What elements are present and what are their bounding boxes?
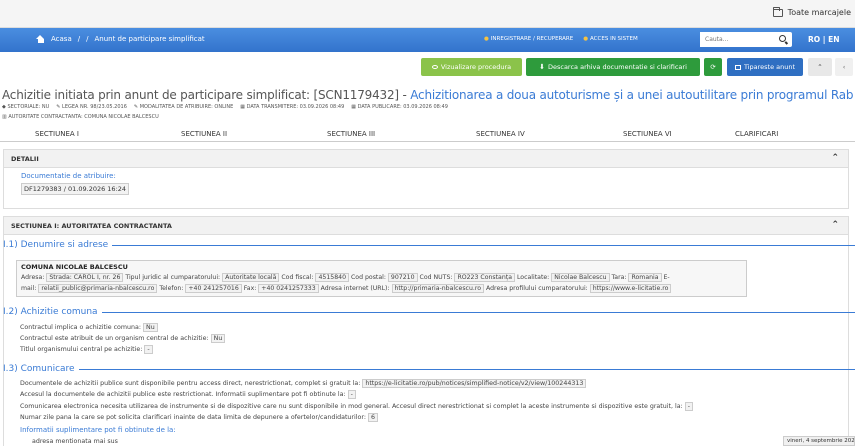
section-heading-denumire: I.1) Denumire si adrese bbox=[3, 240, 855, 250]
sectiunea-1-panel: SECTIUNEA I: AUTORITATEA CONTRACTANTA ⌃ bbox=[3, 216, 849, 446]
additional-info-value: adresa mentionata mai sus bbox=[32, 438, 118, 445]
communication-row-3: Comunicarea electronica necesita utiliza… bbox=[20, 402, 693, 411]
search-input[interactable] bbox=[700, 32, 770, 47]
section-tabs: SECTIUNEA I SECTIUNEA II SECTIUNEA III S… bbox=[0, 128, 855, 142]
bookmarks-folder-label: Toate marcajele bbox=[787, 8, 851, 17]
breadcrumb-separator: / bbox=[86, 35, 89, 43]
additional-info-label: Informatii suplimentare pot fi obtinute … bbox=[20, 426, 176, 434]
meta-transmitere: ▦ DATA TRANSMITERE: 03.09.2026 08:49 bbox=[240, 104, 345, 110]
download-archive-button[interactable]: ⬇ Descarca arhiva documentatie si clarif… bbox=[526, 58, 700, 76]
eye-icon bbox=[431, 65, 438, 69]
scroll-up-button[interactable]: ⌃ bbox=[808, 58, 832, 76]
download-icon: ⬇ bbox=[539, 63, 545, 71]
tab-sectiunea-3[interactable]: SECTIUNEA III bbox=[327, 130, 375, 138]
bookmarks-folder[interactable]: Toate marcajele bbox=[772, 6, 851, 17]
tab-clarificari[interactable]: CLARIFICARI bbox=[735, 130, 778, 138]
breadcrumb-current: Anunt de participare simplificat bbox=[94, 35, 205, 43]
section-heading-achizitie-comuna: I.2) Achizitie comuna bbox=[3, 307, 855, 317]
sectiunea-1-header[interactable]: SECTIUNEA I: AUTORITATEA CONTRACTANTA ⌃ bbox=[4, 217, 848, 235]
breadcrumb-separator: / bbox=[77, 35, 81, 43]
tab-sectiunea-2[interactable]: SECTIUNEA II bbox=[181, 130, 227, 138]
meta-lege: ✎ LEGEA NR. 98/23.05.2016 bbox=[56, 104, 127, 110]
profile-url[interactable]: https://www.e-licitatie.ro bbox=[589, 284, 672, 293]
email-value[interactable]: relatii_public@primaria-nbalcescu.ro bbox=[38, 284, 158, 293]
register-link[interactable]: ● INREGISTRARE / RECUPERARE bbox=[484, 36, 573, 42]
view-procedure-button[interactable]: Vizualizare procedura bbox=[421, 58, 522, 76]
doc-value[interactable]: DF1279383 / 01.09.2026 16:24 bbox=[21, 183, 130, 195]
action-toolbar: Vizualizare procedura ⬇ Descarca arhiva … bbox=[0, 58, 855, 76]
internet-url[interactable]: http://primaria-nbalcescu.ro bbox=[391, 284, 485, 293]
joint-procurement-row: Contractul implica o achizitie comuna: N… bbox=[20, 323, 158, 332]
refresh-icon: ⟳ bbox=[710, 63, 716, 71]
address-box: COMUNA NICOLAE BALCESCU Adresa: Strada: … bbox=[16, 260, 747, 297]
detalii-header[interactable]: DETALII ⌃ bbox=[4, 150, 848, 168]
address-line-2: mail: relatii_public@primaria-nbalcescu.… bbox=[21, 284, 672, 293]
detalii-panel: DETALII ⌃ Documentatie de atribuire: DF1… bbox=[3, 149, 849, 209]
auth-links: ● INREGISTRARE / RECUPERARE ● ACCES IN SIS… bbox=[484, 36, 638, 42]
top-navbar: Acasa / / Anunt de participare simplific… bbox=[0, 28, 855, 52]
chevron-up-icon[interactable]: ⌃ bbox=[831, 220, 839, 230]
chevron-up-icon[interactable]: ⌃ bbox=[831, 153, 839, 163]
bookmarks-bar: Toate marcajele bbox=[0, 0, 855, 28]
page-title: Achizitie initiata prin anunt de partici… bbox=[2, 88, 853, 102]
section-heading-comunicare: I.3) Comunicare bbox=[3, 364, 855, 374]
home-icon bbox=[36, 35, 45, 43]
language-switcher[interactable]: RO | EN bbox=[808, 35, 840, 44]
breadcrumb-home[interactable]: Acasa bbox=[51, 35, 72, 43]
documents-url[interactable]: https://e-licitatie.ro/pub/notices/simpl… bbox=[362, 379, 587, 388]
search-box bbox=[700, 32, 792, 47]
tab-sectiunea-6[interactable]: SECTIUNEA VI bbox=[623, 130, 672, 138]
lock-icon: ● bbox=[583, 36, 589, 42]
procedure-title-link[interactable]: Achizitionarea a doua autoturisme și a u… bbox=[410, 88, 853, 102]
search-icon[interactable] bbox=[779, 35, 786, 42]
status-tooltip: vineri, 4 septembrie 2026 bbox=[783, 436, 855, 446]
central-body-title-row: Titlul organismului central pe achizitie… bbox=[20, 345, 153, 354]
authority-name: COMUNA NICOLAE BALCESCU bbox=[21, 263, 128, 271]
tab-sectiunea-1[interactable]: SECTIUNEA I bbox=[35, 130, 79, 138]
chevron-up-icon: ⌃ bbox=[817, 63, 823, 71]
tab-sectiunea-4[interactable]: SECTIUNEA IV bbox=[476, 130, 525, 138]
breadcrumb: Acasa / / Anunt de participare simplific… bbox=[36, 35, 205, 43]
lock-icon: ● bbox=[484, 36, 489, 42]
print-notice-button[interactable]: Tipareste anunt bbox=[727, 58, 803, 76]
address-line-1: Adresa: Strada: CAROL I, nr. 26 Tipul ju… bbox=[21, 273, 670, 282]
communication-row-2: Accesul la documentele de achizitii publ… bbox=[20, 390, 356, 399]
refresh-button[interactable]: ⟳ bbox=[704, 58, 722, 76]
print-icon bbox=[734, 64, 741, 70]
back-button[interactable]: ‹ bbox=[835, 58, 853, 76]
meta-modalitate: ✎ MODALITATEA DE ATRIBUIRE: ONLINE bbox=[133, 104, 234, 110]
procedure-meta: ◆ SECTORIALE: NU ✎ LEGEA NR. 98/23.05.20… bbox=[2, 104, 448, 110]
meta-publicare: ▦ DATA PUBLICARE: 03.09.2026 08:49 bbox=[351, 104, 448, 110]
central-body-row: Contractul este atribuit de un organism … bbox=[20, 334, 226, 343]
doc-label: Documentatie de atribuire: bbox=[21, 172, 116, 180]
communication-row-4: Numar zile pana la care se pot solicita … bbox=[20, 413, 378, 422]
folder-icon bbox=[772, 6, 783, 17]
communication-row-1: Documentele de achizitii publice sunt di… bbox=[20, 379, 587, 388]
meta-sectoriale: ◆ SECTORIALE: NU bbox=[2, 104, 50, 110]
chevron-left-icon: ‹ bbox=[842, 63, 846, 71]
login-link[interactable]: ● ACCES IN SISTEM bbox=[583, 36, 638, 42]
meta-autoritate: ▥ AUTORITATE CONTRACTANTA: COMUNA NICOLA… bbox=[2, 114, 159, 120]
